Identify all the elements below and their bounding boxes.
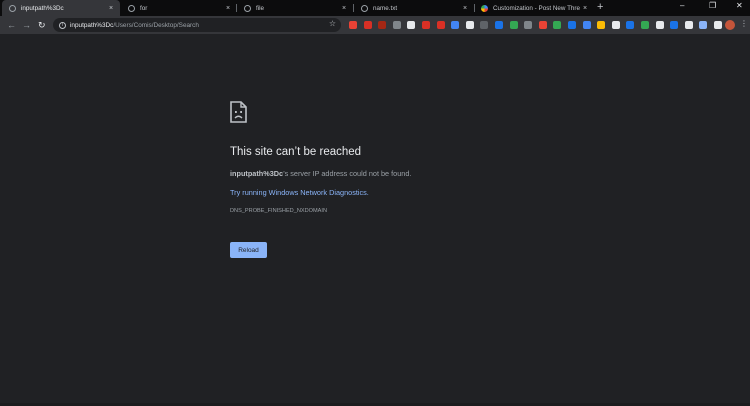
close-window-button[interactable]: ✕ bbox=[736, 1, 743, 10]
extension-icon[interactable] bbox=[524, 21, 533, 29]
extension-icon[interactable] bbox=[378, 21, 387, 29]
extension-icon[interactable] bbox=[509, 21, 518, 29]
extension-icon[interactable] bbox=[553, 21, 562, 29]
network-diagnostics-link[interactable]: Try running Windows Network Diagnostics. bbox=[230, 188, 369, 197]
extension-icon[interactable] bbox=[626, 21, 635, 29]
globe-icon bbox=[361, 4, 368, 12]
minimize-button[interactable]: – bbox=[680, 1, 684, 10]
menu-dots-icon[interactable]: ⋮ bbox=[740, 19, 748, 28]
extension-icon[interactable] bbox=[392, 21, 401, 29]
tab-title: inputpath%3Dc bbox=[21, 4, 64, 12]
extension-icon[interactable] bbox=[655, 21, 664, 29]
tab-title: for bbox=[140, 4, 148, 12]
reload-button[interactable]: Reload bbox=[230, 242, 267, 258]
close-tab-icon[interactable]: × bbox=[223, 5, 233, 12]
tab-title: file bbox=[256, 4, 265, 12]
close-tab-icon[interactable]: × bbox=[339, 5, 349, 12]
sad-page-icon bbox=[230, 101, 247, 123]
tab-file[interactable]: file × bbox=[237, 0, 353, 16]
extension-icon[interactable] bbox=[495, 21, 503, 29]
extension-icon[interactable] bbox=[407, 21, 416, 29]
error-host: inputpath%3Dc bbox=[230, 169, 284, 178]
extension-icon[interactable] bbox=[597, 21, 606, 29]
extension-icon[interactable] bbox=[349, 21, 357, 29]
extension-icon[interactable] bbox=[363, 21, 372, 29]
close-tab-icon[interactable]: × bbox=[460, 5, 470, 12]
google-icon bbox=[481, 4, 488, 12]
tab-title: Customization - Post New Thread bbox=[493, 4, 580, 12]
extension-icon[interactable] bbox=[699, 21, 708, 29]
error-message: inputpath%3Dc’s server IP address could … bbox=[230, 169, 411, 178]
tab-strip: inputpath%3Dc × for × file × name.txt × … bbox=[0, 0, 750, 16]
extension-icon[interactable] bbox=[714, 21, 722, 29]
tab-title: name.txt bbox=[373, 4, 398, 12]
back-button[interactable]: ← bbox=[7, 19, 16, 31]
extension-icon[interactable] bbox=[480, 21, 489, 29]
site-info-icon[interactable]: i bbox=[59, 21, 66, 29]
maximize-button[interactable]: ❐ bbox=[709, 1, 716, 10]
extension-icon[interactable] bbox=[568, 21, 576, 29]
extension-icon[interactable] bbox=[582, 21, 591, 29]
extension-icon[interactable] bbox=[611, 21, 620, 29]
close-tab-icon[interactable]: × bbox=[106, 5, 116, 12]
globe-icon bbox=[128, 4, 135, 12]
extension-icon[interactable] bbox=[670, 21, 679, 29]
extension-icon[interactable] bbox=[684, 21, 693, 29]
tab-for[interactable]: for × bbox=[121, 0, 237, 16]
error-title: This site can’t be reached bbox=[230, 146, 362, 158]
extension-icon[interactable] bbox=[451, 21, 460, 29]
tab-customization[interactable]: Customization - Post New Thread × bbox=[474, 0, 594, 16]
extension-icon[interactable] bbox=[641, 21, 649, 29]
profile-avatar[interactable] bbox=[725, 20, 735, 30]
address-path: /Users/Comis/Desktop/Search bbox=[113, 21, 199, 29]
reload-icon[interactable]: ↻ bbox=[38, 19, 46, 31]
error-message-text: ’s server IP address could not be found. bbox=[283, 169, 412, 178]
close-tab-icon[interactable]: × bbox=[580, 5, 590, 12]
address-host: inputpath%3Dc bbox=[70, 21, 114, 29]
globe-icon bbox=[9, 4, 16, 12]
tab-inputpath[interactable]: inputpath%3Dc × bbox=[2, 0, 120, 16]
error-code: DNS_PROBE_FINISHED_NXDOMAIN bbox=[230, 208, 327, 214]
globe-icon bbox=[244, 4, 251, 12]
bookmark-star-icon[interactable]: ☆ bbox=[329, 19, 336, 28]
extension-icon[interactable] bbox=[465, 21, 474, 29]
browser-toolbar: ← → ↻ i inputpath%3Dc/Users/Comis/Deskto… bbox=[0, 16, 750, 34]
extension-icon[interactable] bbox=[422, 21, 430, 29]
address-bar[interactable]: i inputpath%3Dc/Users/Comis/Desktop/Sear… bbox=[53, 18, 341, 32]
extension-icon[interactable] bbox=[436, 21, 445, 29]
new-tab-button[interactable]: + bbox=[597, 1, 603, 13]
extension-icon[interactable] bbox=[538, 21, 547, 29]
forward-button[interactable]: → bbox=[22, 19, 31, 31]
tab-name-txt[interactable]: name.txt × bbox=[354, 0, 474, 16]
